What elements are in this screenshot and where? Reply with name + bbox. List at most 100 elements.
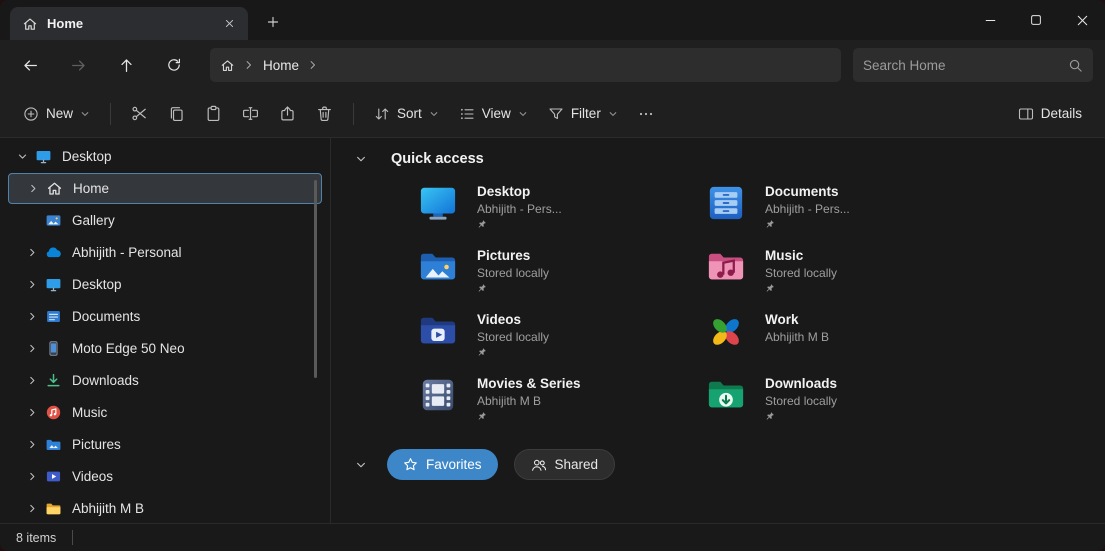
tab-home[interactable]: Home — [10, 7, 248, 40]
tab-close-icon[interactable] — [216, 12, 242, 36]
plus-icon — [23, 106, 39, 122]
sidebar-item-label: Desktop — [62, 149, 112, 164]
chevron-right-icon[interactable] — [22, 343, 42, 354]
filter-button[interactable]: Filter — [539, 97, 627, 131]
minimize-icon[interactable] — [967, 0, 1013, 40]
chevron-right-icon[interactable] — [307, 59, 319, 71]
sidebar-item-label: Downloads — [72, 373, 139, 388]
tile-pictures[interactable]: Pictures Stored locally — [419, 248, 707, 298]
sidebar-scrollbar[interactable] — [314, 180, 317, 378]
sidebar-item-label: Gallery — [72, 213, 115, 228]
movies-tile-icon — [419, 376, 457, 414]
sidebar-item-home[interactable]: Home — [8, 173, 322, 204]
chevron-down-icon[interactable] — [353, 459, 369, 471]
tile-videos[interactable]: Videos Stored locally — [419, 312, 707, 362]
chevron-right-icon[interactable] — [22, 311, 42, 322]
delete-button[interactable] — [307, 97, 342, 131]
up-icon[interactable] — [108, 47, 144, 83]
chevron-right-icon[interactable] — [243, 59, 255, 71]
sidebar-item-desktop-root[interactable]: Desktop — [8, 141, 322, 172]
breadcrumb-segment[interactable]: Home — [263, 58, 299, 73]
favorites-section-row: Favorites Shared — [353, 449, 1105, 480]
new-button[interactable]: New — [14, 97, 99, 131]
paste-button[interactable] — [196, 97, 231, 131]
copy-button[interactable] — [159, 97, 194, 131]
tile-name: Documents — [765, 184, 850, 200]
more-options-button[interactable] — [629, 97, 663, 131]
sidebar-item-documents[interactable]: Documents — [8, 301, 322, 332]
music-tile-icon — [707, 248, 745, 286]
chevron-right-icon[interactable] — [23, 183, 43, 194]
chevron-down-icon[interactable] — [353, 153, 369, 165]
search-icon — [1068, 58, 1083, 73]
filter-icon — [548, 106, 564, 122]
sidebar-item-phone[interactable]: Moto Edge 50 Neo — [8, 333, 322, 364]
pictures-tile-icon — [419, 248, 457, 286]
tile-desktop[interactable]: Desktop Abhijith - Pers... — [419, 184, 707, 234]
details-button-label: Details — [1041, 106, 1082, 121]
tile-name: Desktop — [477, 184, 562, 200]
shared-pill-label: Shared — [555, 457, 599, 472]
chevron-down-icon[interactable] — [12, 151, 32, 162]
documents-icon — [44, 308, 62, 325]
chevron-right-icon[interactable] — [22, 503, 42, 514]
favorites-pill-button[interactable]: Favorites — [387, 449, 498, 480]
chevron-right-icon[interactable] — [22, 375, 42, 386]
videos-tile-icon — [419, 312, 457, 350]
tile-name: Videos — [477, 312, 549, 328]
documents-tile-icon — [707, 184, 745, 222]
details-button[interactable]: Details — [1009, 97, 1091, 131]
search-box — [853, 48, 1093, 82]
tile-movies-series[interactable]: Movies & Series Abhijith M B — [419, 376, 707, 426]
cut-button[interactable] — [122, 97, 157, 131]
items-count: 8 items — [16, 531, 56, 545]
chevron-right-icon[interactable] — [22, 247, 42, 258]
sidebar-item-music[interactable]: Music — [8, 397, 322, 428]
file-explorer-window: Home — [0, 0, 1105, 551]
sort-button[interactable]: Sort — [365, 97, 448, 131]
back-icon[interactable] — [12, 47, 48, 83]
close-icon[interactable] — [1059, 0, 1105, 40]
new-tab-plus-icon[interactable] — [258, 8, 288, 36]
sidebar-item-gallery[interactable]: Gallery — [8, 205, 322, 236]
tile-work[interactable]: Work Abhijith M B — [707, 312, 995, 362]
sidebar-item-desktop[interactable]: Desktop — [8, 269, 322, 300]
search-input[interactable] — [863, 58, 1062, 73]
pin-icon — [477, 283, 487, 293]
chevron-right-icon[interactable] — [22, 279, 42, 290]
status-bar-divider — [72, 530, 73, 545]
tile-subtitle: Stored locally — [477, 266, 549, 280]
home-icon — [22, 16, 38, 32]
chevron-right-icon[interactable] — [22, 439, 42, 450]
pictures-icon — [44, 436, 62, 453]
title-bar: Home — [0, 0, 1105, 40]
tile-name: Pictures — [477, 248, 549, 264]
chevron-right-icon[interactable] — [22, 471, 42, 482]
chevron-right-icon[interactable] — [22, 407, 42, 418]
view-button[interactable]: View — [450, 97, 537, 131]
sidebar-item-label: Abhijith M B — [72, 501, 144, 516]
sidebar-item-pictures[interactable]: Pictures — [8, 429, 322, 460]
rename-button[interactable] — [233, 97, 268, 131]
tile-subtitle: Abhijith - Pers... — [477, 202, 562, 216]
share-button[interactable] — [270, 97, 305, 131]
forward-icon[interactable] — [60, 47, 96, 83]
sidebar-item-downloads[interactable]: Downloads — [8, 365, 322, 396]
sidebar-item-videos[interactable]: Videos — [8, 461, 322, 492]
cut-icon — [131, 105, 148, 122]
address-bar[interactable]: Home — [210, 48, 841, 82]
tile-name: Movies & Series — [477, 376, 581, 392]
tile-music[interactable]: Music Stored locally — [707, 248, 995, 298]
refresh-icon[interactable] — [156, 47, 192, 83]
sidebar-item-user-folder[interactable]: Abhijith M B — [8, 493, 322, 524]
chevron-down-icon — [608, 109, 618, 119]
tile-documents[interactable]: Documents Abhijith - Pers... — [707, 184, 995, 234]
sidebar-item-label: Home — [73, 181, 109, 196]
window-controls — [967, 0, 1105, 40]
desktop-monitor-icon — [44, 276, 62, 293]
tile-downloads[interactable]: Downloads Stored locally — [707, 376, 995, 426]
shared-pill-button[interactable]: Shared — [514, 449, 616, 480]
sidebar-item-onedrive-personal[interactable]: Abhijith - Personal — [8, 237, 322, 268]
toolbar-divider — [353, 103, 354, 125]
maximize-icon[interactable] — [1013, 0, 1059, 40]
